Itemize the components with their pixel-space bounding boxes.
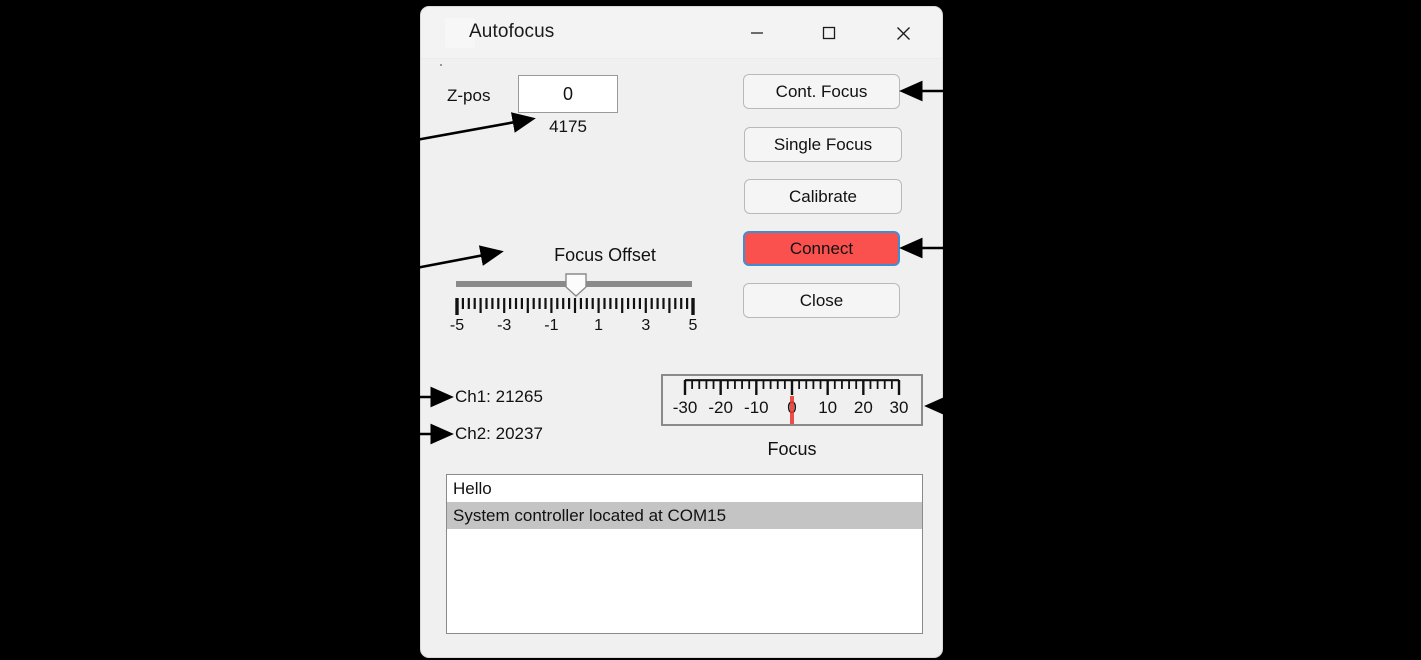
- focus-gauge: -30-20-100102030: [661, 374, 923, 426]
- maximize-button[interactable]: [806, 11, 852, 55]
- window-title: Autofocus: [469, 21, 555, 42]
- connect-button[interactable]: Connect: [743, 231, 900, 266]
- focus-offset-label: Focus Offset: [554, 245, 656, 265]
- focus-gauge-tick-label: 10: [818, 398, 838, 417]
- log-list[interactable]: Hello System controller located at COM15: [446, 474, 923, 634]
- decorative-dot: [440, 64, 442, 66]
- close-icon: [896, 26, 910, 40]
- ch1-readout: Ch1: 21265: [455, 387, 543, 406]
- log-list-item[interactable]: System controller located at COM15: [447, 502, 922, 529]
- screen-backdrop: Autofocus Z-pos 4175: [0, 0, 1421, 660]
- focus-offset-tick-label: 3: [641, 317, 651, 334]
- focus-gauge-needle: [790, 396, 794, 424]
- focus-offset-slider-thumb[interactable]: [565, 273, 587, 297]
- single-focus-button[interactable]: Single Focus: [744, 127, 902, 162]
- focus-offset-scale-labels: -5 -3 -1 1 3 5: [441, 317, 709, 337]
- focus-gauge-caption: Focus: [767, 439, 817, 459]
- title-bar: Autofocus: [421, 7, 942, 59]
- close-window-button[interactable]: [880, 11, 926, 55]
- calibrate-button[interactable]: Calibrate: [744, 179, 902, 214]
- focus-offset-scale-ticks: [455, 298, 695, 315]
- focus-offset-tick-label: -5: [449, 317, 465, 334]
- focus-offset-tick-label: 1: [594, 317, 604, 334]
- focus-gauge-tick-label: 30: [889, 398, 909, 417]
- focus-gauge-tick-label: -20: [708, 398, 733, 417]
- focus-gauge-tick-label: 20: [853, 398, 873, 417]
- close-button[interactable]: Close: [743, 283, 900, 318]
- ch2-readout: Ch2: 20237: [455, 424, 543, 443]
- cont-focus-button[interactable]: Cont. Focus: [743, 74, 900, 109]
- focus-offset-tick-label: -3: [497, 317, 512, 334]
- log-list-item[interactable]: Hello: [447, 475, 922, 502]
- focus-gauge-tick-label: -30: [672, 398, 698, 417]
- zpos-readout: 4175: [549, 117, 587, 136]
- minimize-button[interactable]: [734, 11, 780, 55]
- zpos-label: Z-pos: [447, 86, 491, 105]
- maximize-icon: [822, 26, 836, 40]
- focus-gauge-tick-label: -10: [744, 398, 769, 417]
- zpos-input[interactable]: [518, 75, 618, 113]
- focus-offset-tick-label: 5: [688, 317, 698, 334]
- focus-offset-tick-label: -1: [544, 317, 559, 334]
- autofocus-window: Autofocus Z-pos 4175: [420, 6, 943, 658]
- minimize-icon: [751, 32, 763, 34]
